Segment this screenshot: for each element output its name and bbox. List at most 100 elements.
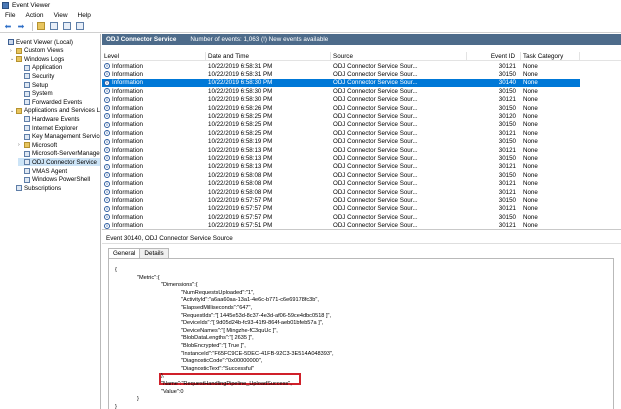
menu-action[interactable]: Action bbox=[25, 12, 43, 19]
tree-item[interactable]: System bbox=[18, 90, 100, 98]
table-row[interactable]: i Information 10/22/2019 6:58:13 PM ODJ Con… bbox=[102, 163, 580, 171]
table-row[interactable]: i Information 10/22/2019 6:58:19 PM ODJ Con… bbox=[102, 138, 580, 146]
cell-source: ODJ Connector Service Sour... bbox=[333, 188, 418, 196]
table-row[interactable]: i Information 10/22/2019 6:57:57 PM ODJ Con… bbox=[102, 205, 580, 213]
event-grid: Level Date and Time Source Event ID Task… bbox=[102, 52, 621, 230]
column-event-id[interactable]: Event ID bbox=[467, 52, 521, 61]
table-row[interactable]: i Information 10/22/2019 6:57:57 PM ODJ Con… bbox=[102, 196, 580, 204]
table-row[interactable]: i Information 10/22/2019 6:58:13 PM ODJ Con… bbox=[102, 146, 580, 154]
table-row[interactable]: i Information 10/22/2019 6:58:25 PM ODJ Con… bbox=[102, 121, 580, 129]
json-line: } bbox=[115, 403, 117, 409]
tree-item[interactable]: ODJ Connector Service bbox=[18, 158, 100, 167]
properties-icon[interactable] bbox=[75, 21, 85, 31]
cell-task-category: None bbox=[523, 62, 538, 70]
table-row[interactable]: i Information 10/22/2019 6:58:30 PM ODJ Con… bbox=[102, 96, 580, 104]
help-icon[interactable] bbox=[62, 21, 72, 31]
toolbar-separator bbox=[32, 21, 33, 31]
tree-item[interactable]: VMAS Agent bbox=[18, 167, 100, 175]
cell-event-id: 30121 bbox=[498, 205, 516, 213]
column-date-time[interactable]: Date and Time bbox=[206, 52, 331, 61]
level-text: Information bbox=[112, 112, 143, 120]
expand-arrow-icon[interactable]: › bbox=[10, 48, 15, 54]
back-arrow-icon[interactable]: ⬅ bbox=[3, 21, 13, 31]
tree-item[interactable]: Forwarded Events bbox=[18, 98, 100, 106]
expand-arrow-icon[interactable]: › bbox=[18, 142, 23, 148]
table-row[interactable]: i Information 10/22/2019 6:58:31 PM ODJ Con… bbox=[102, 70, 580, 78]
cell-level: i Information bbox=[102, 205, 206, 212]
cell-source: ODJ Connector Service Sour... bbox=[333, 70, 418, 78]
cell-task-category: None bbox=[523, 146, 538, 154]
cell-source: ODJ Connector Service Sour... bbox=[333, 87, 418, 95]
log-icon bbox=[24, 168, 30, 174]
table-row[interactable]: i Information 10/22/2019 6:58:30 PM ODJ Con… bbox=[102, 87, 580, 95]
column-task-category[interactable]: Task Category bbox=[521, 52, 580, 61]
folder-icon bbox=[16, 107, 22, 114]
menu-file[interactable]: File bbox=[5, 12, 15, 19]
column-source[interactable]: Source bbox=[331, 52, 467, 61]
tree-item-label: System bbox=[32, 90, 53, 98]
folder-icon bbox=[16, 56, 22, 63]
tree-item[interactable]: Windows PowerShell bbox=[18, 176, 100, 184]
table-row[interactable]: i Information 10/22/2019 6:58:08 PM ODJ Con… bbox=[102, 171, 580, 179]
tree-item-label: Windows Logs bbox=[24, 55, 65, 63]
cell-event-id: 30150 bbox=[498, 121, 516, 129]
table-row[interactable]: i Information 10/22/2019 6:58:26 PM ODJ Con… bbox=[102, 104, 580, 112]
table-row[interactable]: i Information 10/22/2019 6:58:31 PM ODJ Con… bbox=[102, 62, 580, 70]
tab-details[interactable]: Details bbox=[139, 248, 169, 258]
json-line: "NumRequestsUploaded":"1", bbox=[181, 289, 255, 296]
cell-event-id: 30121 bbox=[498, 62, 516, 70]
table-row[interactable]: i Information 10/22/2019 6:58:08 PM ODJ Con… bbox=[102, 188, 580, 196]
cell-date-time: 10/22/2019 6:58:25 PM bbox=[208, 121, 273, 129]
log-icon bbox=[24, 150, 30, 157]
tree-item[interactable]: › Custom Views bbox=[10, 47, 100, 55]
level-text: Information bbox=[112, 62, 143, 70]
tree-item[interactable]: ⌄ Windows Logs bbox=[10, 55, 100, 63]
log-icon bbox=[24, 176, 30, 183]
tree-item[interactable]: Event Viewer (Local) bbox=[2, 38, 100, 46]
window-title: Event Viewer bbox=[12, 1, 51, 9]
tree-item[interactable]: Security bbox=[18, 72, 100, 80]
cell-event-id: 30140 bbox=[498, 79, 516, 87]
folder-icon bbox=[16, 47, 22, 54]
cell-level: i Information bbox=[102, 71, 206, 78]
cell-source: ODJ Connector Service Sour... bbox=[333, 79, 418, 87]
tree-item[interactable]: Key Management Service bbox=[18, 133, 100, 141]
table-row[interactable]: i Information 10/22/2019 6:57:57 PM ODJ Con… bbox=[102, 213, 580, 221]
table-row[interactable]: i Information 10/22/2019 6:58:08 PM ODJ Con… bbox=[102, 180, 580, 188]
cell-source: ODJ Connector Service Sour... bbox=[333, 121, 418, 129]
tree-item[interactable]: Hardware Events bbox=[18, 115, 100, 123]
column-level[interactable]: Level bbox=[102, 52, 206, 61]
table-row[interactable]: i Information 10/22/2019 6:57:51 PM ODJ Con… bbox=[102, 222, 580, 230]
tree-item[interactable]: › Microsoft bbox=[18, 141, 100, 149]
cell-task-category: None bbox=[523, 222, 538, 230]
cell-level: i Information bbox=[102, 113, 206, 120]
tree-item-label: Event Viewer (Local) bbox=[16, 38, 73, 46]
cell-event-id: 30150 bbox=[498, 138, 516, 146]
tree-item[interactable]: Application bbox=[18, 64, 100, 72]
table-row[interactable]: i Information 10/22/2019 6:58:13 PM ODJ Con… bbox=[102, 154, 580, 162]
menu-help[interactable]: Help bbox=[78, 12, 91, 19]
cell-level: i Information bbox=[102, 214, 206, 221]
table-row[interactable]: i Information 10/22/2019 6:58:30 PM ODJ Con… bbox=[102, 78, 580, 87]
tree-item[interactable]: ⌄ Applications and Services Lo bbox=[10, 107, 101, 115]
folder-open-icon[interactable] bbox=[36, 21, 46, 31]
tree-item[interactable]: Microsoft-ServerManage bbox=[18, 150, 100, 158]
tree-item[interactable]: Subscriptions bbox=[10, 184, 100, 192]
cell-date-time: 10/22/2019 6:58:08 PM bbox=[208, 171, 273, 179]
cell-level: i Information bbox=[102, 197, 206, 204]
log-icon bbox=[24, 99, 30, 106]
tree-item-label: Applications and Services Lo bbox=[24, 107, 101, 115]
tree-item[interactable]: Setup bbox=[18, 81, 100, 89]
tree-item[interactable]: Internet Explorer bbox=[18, 124, 100, 132]
table-row[interactable]: i Information 10/22/2019 6:58:25 PM ODJ Con… bbox=[102, 112, 580, 120]
level-text: Information bbox=[112, 96, 143, 104]
table-row[interactable]: i Information 10/22/2019 6:58:25 PM ODJ Con… bbox=[102, 129, 580, 137]
console-icon[interactable] bbox=[49, 21, 59, 31]
information-icon: i bbox=[104, 189, 110, 196]
expand-arrow-icon[interactable]: ⌄ bbox=[10, 56, 15, 62]
expand-arrow-icon[interactable]: ⌄ bbox=[10, 108, 15, 114]
cell-level: i Information bbox=[102, 130, 206, 137]
cell-level: i Information bbox=[102, 121, 206, 128]
menu-view[interactable]: View bbox=[54, 12, 68, 19]
forward-arrow-icon[interactable]: ➡ bbox=[16, 21, 26, 31]
